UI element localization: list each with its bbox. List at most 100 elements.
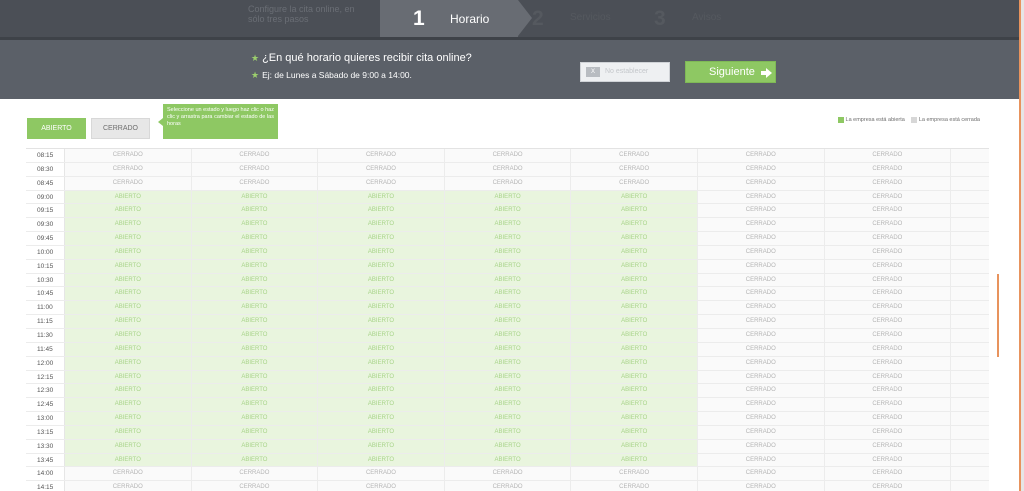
schedule-cell[interactable]: CERRADO <box>697 398 825 412</box>
schedule-cell[interactable]: CERRADO <box>697 328 825 342</box>
schedule-cell[interactable]: ABIERTO <box>444 370 572 384</box>
schedule-cell[interactable]: ABIERTO <box>571 342 698 356</box>
schedule-cell[interactable]: ABIERTO <box>191 287 319 301</box>
schedule-cell[interactable]: ABIERTO <box>318 439 445 453</box>
schedule-cell[interactable]: CERRADO <box>191 162 319 176</box>
schedule-cell[interactable]: CERRADO <box>191 467 319 481</box>
schedule-cell[interactable]: CERRADO <box>697 481 825 491</box>
schedule-cell[interactable]: ABIERTO <box>571 273 698 287</box>
schedule-cell[interactable]: ABIERTO <box>444 273 572 287</box>
schedule-cell[interactable]: CERRADO <box>824 259 952 273</box>
schedule-cell[interactable]: ABIERTO <box>191 412 319 425</box>
schedule-cell[interactable]: ABIERTO <box>318 190 445 204</box>
schedule-cell[interactable]: ABIERTO <box>444 287 572 301</box>
schedule-cell[interactable]: CERRADO <box>697 176 825 190</box>
schedule-cell[interactable]: ABIERTO <box>65 301 192 315</box>
schedule-cell[interactable]: CERRADO <box>697 204 825 218</box>
schedule-cell[interactable]: CERRADO <box>824 176 952 190</box>
schedule-cell[interactable]: CERRADO <box>444 162 572 176</box>
schedule-cell[interactable]: CERRADO <box>444 176 572 190</box>
schedule-cell[interactable]: ABIERTO <box>571 218 698 232</box>
schedule-cell[interactable]: ABIERTO <box>65 412 192 425</box>
schedule-cell[interactable]: ABIERTO <box>571 287 698 301</box>
schedule-cell[interactable]: CERRADO <box>824 425 952 439</box>
schedule-cell[interactable]: ABIERTO <box>191 273 319 287</box>
schedule-cell[interactable]: ABIERTO <box>571 245 698 259</box>
schedule-cell[interactable]: ABIERTO <box>65 342 192 356</box>
schedule-cell[interactable]: ABIERTO <box>191 425 319 439</box>
schedule-cell[interactable]: CERRADO <box>824 190 952 204</box>
schedule-cell[interactable]: ABIERTO <box>65 315 192 328</box>
schedule-cell[interactable]: CERRADO <box>697 412 825 425</box>
schedule-cell[interactable]: CERRADO <box>824 370 952 384</box>
schedule-cell[interactable]: CERRADO <box>697 190 825 204</box>
schedule-cell[interactable]: CERRADO <box>697 287 825 301</box>
schedule-cell[interactable]: ABIERTO <box>65 204 192 218</box>
closed-mode-button[interactable]: CERRADO <box>91 118 150 139</box>
schedule-cell[interactable]: CERRADO <box>824 384 952 398</box>
schedule-cell[interactable]: CERRADO <box>697 162 825 176</box>
schedule-cell[interactable]: CERRADO <box>824 453 952 467</box>
wizard-step-horario[interactable]: 1 Horario <box>380 0 532 37</box>
schedule-cell[interactable]: CERRADO <box>697 467 825 481</box>
schedule-cell[interactable]: CERRADO <box>571 467 698 481</box>
schedule-cell[interactable]: CERRADO <box>824 467 952 481</box>
schedule-cell[interactable]: ABIERTO <box>65 259 192 273</box>
schedule-cell[interactable]: CERRADO <box>191 481 319 491</box>
schedule-cell[interactable]: CERRADO <box>824 315 952 328</box>
schedule-cell[interactable]: ABIERTO <box>571 204 698 218</box>
schedule-cell[interactable]: ABIERTO <box>65 439 192 453</box>
schedule-cell[interactable]: ABIERTO <box>191 328 319 342</box>
schedule-cell[interactable]: ABIERTO <box>318 204 445 218</box>
schedule-cell[interactable]: ABIERTO <box>444 259 572 273</box>
schedule-cell[interactable]: ABIERTO <box>318 412 445 425</box>
schedule-cell[interactable]: ABIERTO <box>191 232 319 245</box>
schedule-cell[interactable]: ABIERTO <box>318 218 445 232</box>
schedule-cell[interactable]: ABIERTO <box>318 398 445 412</box>
schedule-cell[interactable]: ABIERTO <box>65 384 192 398</box>
schedule-cell[interactable]: CERRADO <box>697 301 825 315</box>
schedule-cell[interactable]: ABIERTO <box>191 190 319 204</box>
schedule-cell[interactable]: ABIERTO <box>191 384 319 398</box>
schedule-cell[interactable]: ABIERTO <box>571 412 698 425</box>
schedule-cell[interactable]: ABIERTO <box>571 398 698 412</box>
schedule-cell[interactable]: ABIERTO <box>571 232 698 245</box>
schedule-cell[interactable]: CERRADO <box>191 176 319 190</box>
schedule-cell[interactable]: ABIERTO <box>318 315 445 328</box>
schedule-cell[interactable]: CERRADO <box>697 356 825 370</box>
schedule-cell[interactable]: CERRADO <box>824 204 952 218</box>
schedule-cell[interactable]: ABIERTO <box>191 301 319 315</box>
schedule-cell[interactable]: ABIERTO <box>65 232 192 245</box>
schedule-cell[interactable]: ABIERTO <box>65 190 192 204</box>
schedule-cell[interactable]: ABIERTO <box>444 342 572 356</box>
schedule-cell[interactable]: ABIERTO <box>65 425 192 439</box>
schedule-cell[interactable]: ABIERTO <box>444 232 572 245</box>
schedule-cell[interactable]: CERRADO <box>824 245 952 259</box>
schedule-cell[interactable]: ABIERTO <box>318 453 445 467</box>
schedule-cell[interactable]: ABIERTO <box>571 384 698 398</box>
schedule-cell[interactable]: ABIERTO <box>191 204 319 218</box>
schedule-cell[interactable]: CERRADO <box>318 467 445 481</box>
schedule-cell[interactable]: ABIERTO <box>444 425 572 439</box>
schedule-cell[interactable]: CERRADO <box>571 162 698 176</box>
schedule-cell[interactable]: ABIERTO <box>65 356 192 370</box>
schedule-cell[interactable]: ABIERTO <box>318 232 445 245</box>
schedule-cell[interactable]: ABIERTO <box>191 439 319 453</box>
schedule-cell[interactable]: CERRADO <box>697 218 825 232</box>
schedule-cell[interactable]: ABIERTO <box>191 315 319 328</box>
schedule-cell[interactable]: ABIERTO <box>318 259 445 273</box>
schedule-cell[interactable]: ABIERTO <box>444 412 572 425</box>
schedule-cell[interactable]: ABIERTO <box>191 370 319 384</box>
schedule-cell[interactable]: CERRADO <box>444 149 572 162</box>
schedule-cell[interactable]: ABIERTO <box>571 356 698 370</box>
schedule-cell[interactable]: CERRADO <box>697 384 825 398</box>
schedule-cell[interactable]: ABIERTO <box>65 287 192 301</box>
schedule-cell[interactable]: ABIERTO <box>444 301 572 315</box>
schedule-cell[interactable]: CERRADO <box>824 398 952 412</box>
schedule-cell[interactable]: CERRADO <box>571 481 698 491</box>
schedule-cell[interactable]: ABIERTO <box>444 328 572 342</box>
schedule-cell[interactable]: ABIERTO <box>571 301 698 315</box>
schedule-cell[interactable]: CERRADO <box>824 328 952 342</box>
schedule-cell[interactable]: ABIERTO <box>444 384 572 398</box>
schedule-cell[interactable]: CERRADO <box>697 273 825 287</box>
